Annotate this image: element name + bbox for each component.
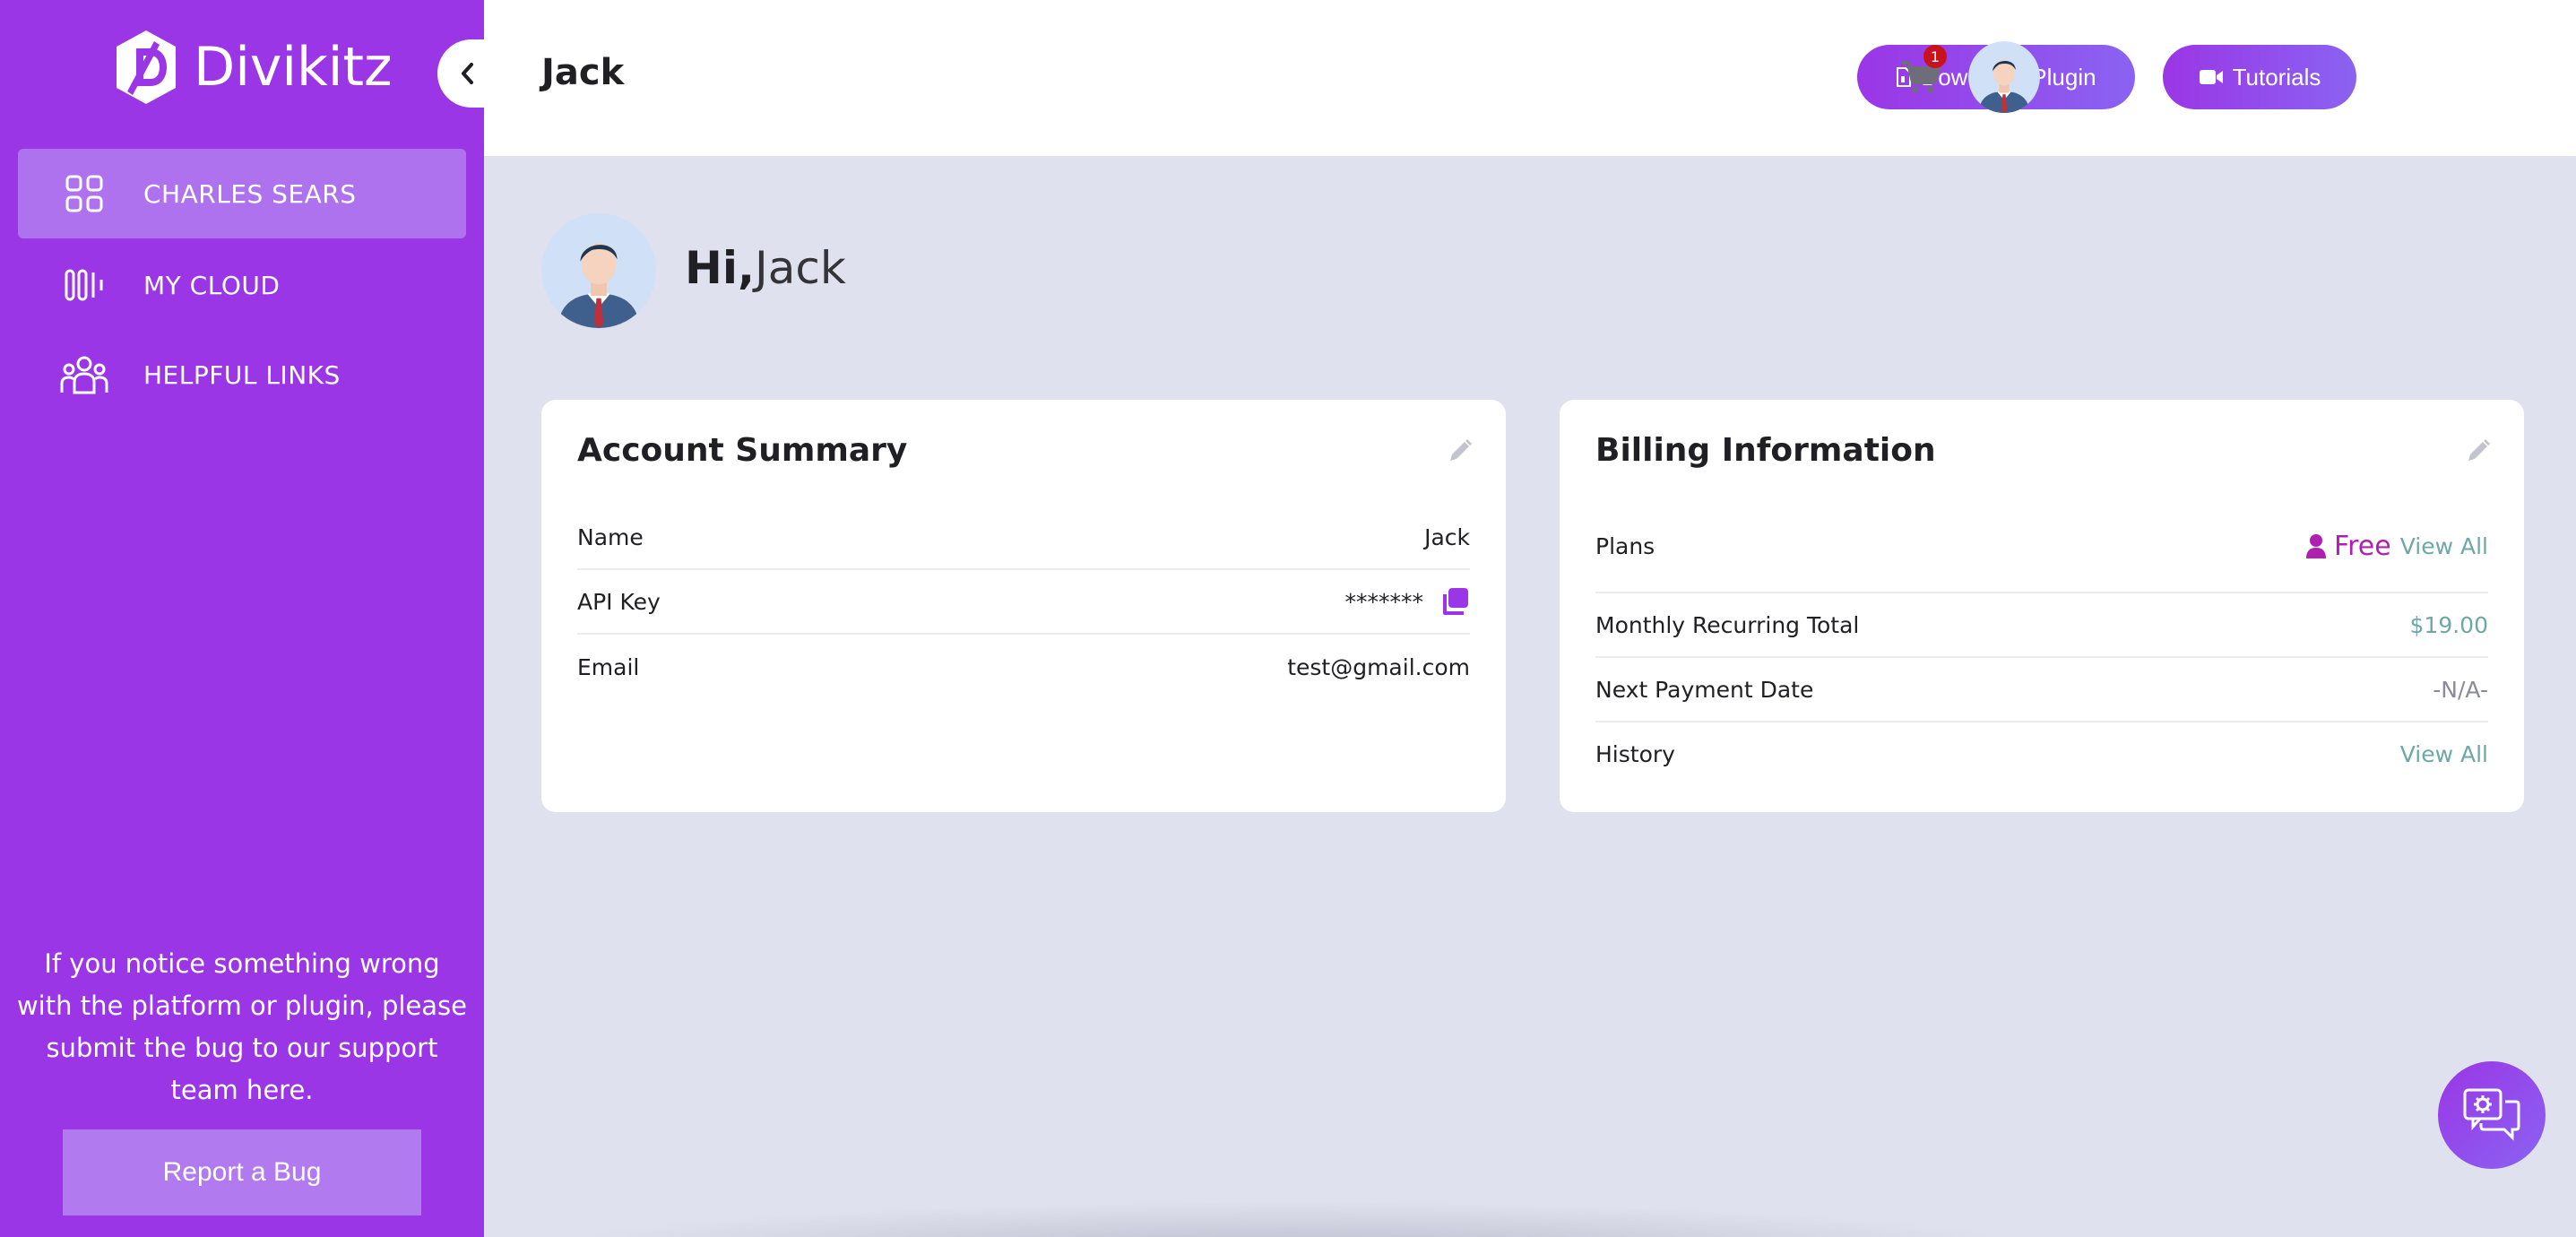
- row-label: Name: [577, 523, 644, 550]
- plan-value-wrap: Free View All: [2305, 531, 2488, 562]
- bug-report-message: If you notice something wrong with the p…: [16, 948, 468, 1105]
- table-row: Monthly Recurring Total $19.00: [1595, 593, 2488, 658]
- api-key-value-wrap: *******: [1345, 586, 1471, 617]
- email-value: test@gmail.com: [1287, 653, 1470, 680]
- table-row: Plans Free View All: [1595, 500, 2488, 593]
- sidebar-item-label: MY CLOUD: [143, 270, 281, 300]
- sidebar-item-label: HELPFUL LINKS: [143, 359, 341, 390]
- next-payment-value: -N/A-: [2433, 676, 2488, 703]
- table-row: API Key *******: [577, 570, 1470, 635]
- plan-value: Free: [2334, 530, 2391, 562]
- tutorials-label: Tutorials: [2232, 63, 2321, 91]
- greeting-heading: Hi,Jack: [685, 242, 846, 294]
- row-label: API Key: [577, 588, 661, 615]
- plans-view-all-link[interactable]: View All: [2400, 533, 2488, 559]
- card-title: Billing Information: [1595, 432, 1936, 469]
- card-title: Account Summary: [577, 432, 908, 469]
- row-label: History: [1595, 740, 1675, 767]
- sidebar-item-charles-sears[interactable]: CHARLES SEARS: [18, 149, 466, 238]
- history-view-all-link[interactable]: View All: [2400, 741, 2488, 767]
- sidebar-item-label: CHARLES SEARS: [143, 178, 357, 209]
- copy-icon[interactable]: [1439, 586, 1470, 617]
- row-label: Next Payment Date: [1595, 676, 1814, 703]
- bars-icon: [57, 258, 111, 312]
- user-avatar[interactable]: [1968, 41, 2040, 113]
- plan-badge: Free: [2305, 531, 2391, 562]
- table-row: History View All: [1595, 722, 2488, 785]
- chat-support-icon: [2463, 1088, 2520, 1141]
- users-icon: [57, 348, 111, 402]
- content-shadow: [520, 1201, 2062, 1237]
- support-chat-button[interactable]: [2438, 1061, 2546, 1169]
- greeting-hi: Hi,: [685, 242, 755, 294]
- user-icon: [2306, 534, 2327, 558]
- table-row: Next Payment Date -N/A-: [1595, 658, 2488, 722]
- report-bug-button[interactable]: Report a Bug: [63, 1129, 421, 1215]
- table-row: Email test@gmail.com: [577, 635, 1470, 699]
- brand-logo-link[interactable]: Divikitz: [115, 27, 392, 108]
- sidebar-item-helpful-links[interactable]: HELPFUL LINKS: [18, 330, 466, 420]
- row-label: Monthly Recurring Total: [1595, 611, 1860, 638]
- cart-count-badge: 1: [1923, 45, 1947, 68]
- greeting-avatar: [541, 213, 656, 328]
- grid-icon: [57, 167, 111, 221]
- page-title: Jack: [541, 52, 625, 93]
- avatar-icon: [541, 213, 656, 328]
- sidebar-item-my-cloud[interactable]: MY CLOUD: [18, 240, 466, 330]
- name-value: Jack: [1424, 523, 1470, 550]
- divikitz-logo-icon: [117, 30, 176, 104]
- row-label: Plans: [1595, 532, 1655, 559]
- edit-pencil-icon[interactable]: [1447, 437, 1474, 464]
- brand-name: Divikitz: [194, 36, 393, 99]
- billing-information-card: Billing Information Plans Free View All …: [1560, 400, 2524, 812]
- avatar-icon: [1968, 41, 2040, 113]
- video-camera-icon: [2199, 70, 2223, 84]
- chevron-left-icon: [462, 63, 473, 84]
- row-label: Email: [577, 653, 640, 680]
- edit-pencil-icon[interactable]: [2465, 437, 2492, 464]
- greeting-name: Jack: [754, 242, 846, 294]
- account-summary-card: Account Summary Name Jack API Key ******…: [541, 400, 1506, 812]
- api-key-value: *******: [1344, 588, 1424, 615]
- table-row: Name Jack: [577, 506, 1470, 570]
- mrt-value: $19.00: [2409, 611, 2488, 638]
- sidebar: Divikitz CHARLES SEARS MY CLOUD HELPFUL …: [0, 0, 484, 1237]
- top-bar: Jack Download Plugin Tutorials: [484, 0, 2576, 156]
- tutorials-button[interactable]: Tutorials: [2163, 45, 2356, 109]
